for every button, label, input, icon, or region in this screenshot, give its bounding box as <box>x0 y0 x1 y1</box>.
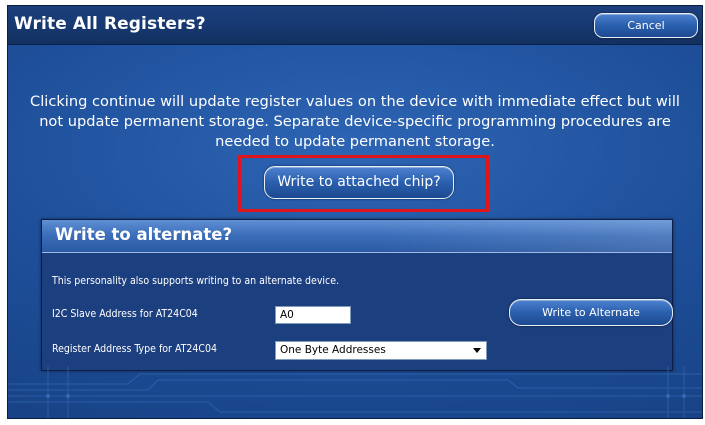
slave-address-label: I2C Slave Address for AT24C04 <box>52 308 198 320</box>
address-type-selected: One Byte Addresses <box>280 344 386 356</box>
header-accent <box>372 220 672 252</box>
alternate-support-text: This personality also supports writing t… <box>52 275 340 287</box>
address-type-label: Register Address Type for AT24C04 <box>52 343 217 355</box>
write-to-alternate-button[interactable]: Write to Alternate <box>509 299 673 326</box>
alternate-panel: Write to alternate? This personality als… <box>41 219 673 371</box>
dialog-description: Clicking continue will update register v… <box>30 93 680 150</box>
alternate-heading: Write to alternate? <box>55 225 233 244</box>
address-type-select[interactable]: One Byte Addresses <box>275 341 487 360</box>
write-to-attached-chip-button[interactable]: Write to attached chip? <box>264 166 454 199</box>
cancel-button[interactable]: Cancel <box>594 13 698 38</box>
dialog-title: Write All Registers? <box>14 14 206 34</box>
chevron-down-icon <box>473 348 481 353</box>
circuit-decoration <box>8 366 702 418</box>
alternate-panel-header: Write to alternate? <box>42 220 672 253</box>
slave-address-input[interactable] <box>275 306 351 324</box>
title-bar: Write All Registers? Cancel <box>8 6 702 45</box>
write-registers-dialog: Write All Registers? Cancel Clicking con… <box>7 5 703 419</box>
